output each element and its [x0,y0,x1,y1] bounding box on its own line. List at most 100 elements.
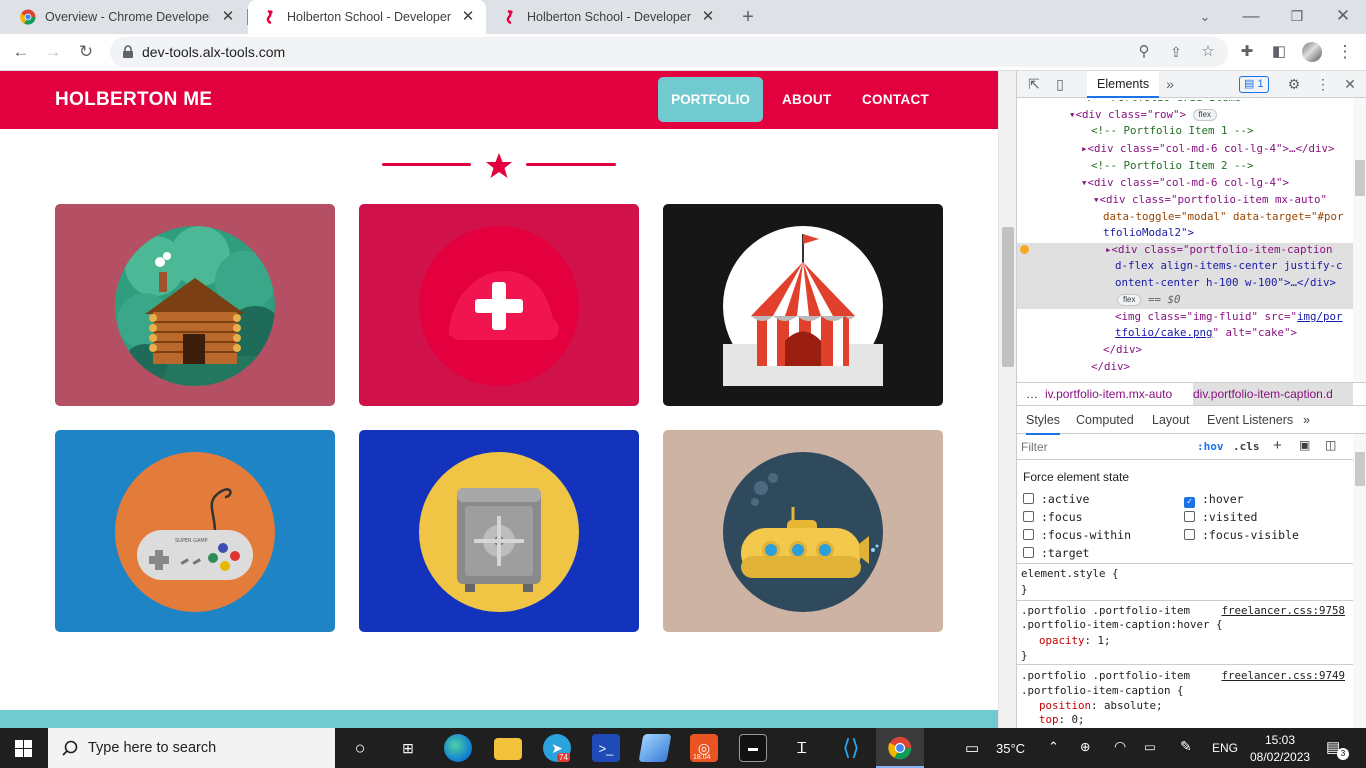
task-view-icon[interactable]: ⊞ [394,734,422,762]
menu-kebab-icon[interactable]: ⋮ [1314,76,1332,93]
nav-contact-link[interactable]: CONTACT [862,92,929,107]
typora-icon[interactable]: Ꮖ [788,734,816,762]
close-icon[interactable]: ✕ [220,9,236,25]
cortana-icon[interactable]: ○ [346,734,374,762]
tab-layout[interactable]: Layout [1152,413,1190,427]
state-focus-visible-checkbox[interactable]: :focus-visible [1184,528,1299,542]
meet-icon[interactable]: ⊕ [1080,739,1090,754]
issues-badge[interactable]: ▤ 1 [1239,76,1269,93]
hov-button[interactable]: :hov [1197,440,1224,453]
dom-line-selected[interactable]: flex == $0 [1117,292,1180,309]
page-scrollbar-thumb[interactable] [1002,227,1014,367]
state-focus-checkbox[interactable]: :focus [1023,510,1083,524]
filter-input[interactable] [1021,438,1181,456]
virtualbox-icon[interactable] [638,734,672,762]
state-focus-within-checkbox[interactable]: :focus-within [1023,528,1131,542]
close-icon[interactable]: ✕ [700,9,716,25]
chevron-up-icon[interactable]: ⌃ [1048,739,1059,755]
side-panel-icon[interactable]: ◧ [1268,42,1290,62]
tab-elements[interactable]: Elements [1087,71,1160,98]
tab-holberton-active[interactable]: Holberton School - Developer to ✕ [248,0,486,34]
taskbar-search[interactable]: Type here to search [48,728,335,768]
state-active-checkbox[interactable]: :active [1023,492,1089,506]
weather-icon[interactable]: ▭ [965,739,979,757]
dom-line[interactable]: <img class="img-fluid" src="img/por [1115,309,1343,326]
share-icon[interactable]: ⇪ [1165,42,1187,62]
state-visited-checkbox[interactable]: :visited [1184,510,1257,524]
state-hover-checkbox[interactable]: ✓:hover [1184,492,1244,508]
address-bar[interactable]: dev-tools.alx-tools.com ⚲ ⇪ ☆ [110,37,1228,67]
portfolio-item-cabin[interactable] [55,204,335,406]
back-icon[interactable]: ← [10,42,32,62]
new-tab-icon[interactable]: + [737,7,759,27]
clock-date[interactable]: 08/02/2023 [1250,750,1310,764]
pen-icon[interactable]: ✎ [1180,738,1192,755]
dom-line[interactable]: ▾<div class="col-md-6 col-lg-4"> [1081,175,1289,192]
cls-button[interactable]: .cls [1233,440,1260,453]
portfolio-item-submarine[interactable] [663,430,943,632]
new-rule-icon[interactable]: + [1273,437,1282,454]
dom-line-selected[interactable]: ▸<div class="portfolio-item-caption [1105,242,1333,259]
zoom-icon[interactable]: ⚲ [1133,42,1155,62]
dom-line-selected[interactable]: d-flex align-items-center justify-c [1115,258,1343,275]
stylesheet-link[interactable]: freelancer.css:9749 [1221,669,1345,682]
dom-line[interactable]: <!-- Portfolio Item 2 --> [1091,158,1254,175]
dom-line[interactable]: data-toggle="modal" data-target="#por [1103,209,1344,226]
minimize-icon[interactable]: — [1240,6,1262,26]
portfolio-item-cake[interactable] [359,204,639,406]
dom-line[interactable]: </div> [1091,359,1130,376]
tab-computed[interactable]: Computed [1076,413,1134,427]
close-icon[interactable]: ✕ [460,9,476,25]
dom-line[interactable]: ▾<div class="row"> flex [1069,107,1217,124]
nav-about-link[interactable]: ABOUT [782,92,832,107]
breadcrumb-more[interactable]: … [1026,387,1038,401]
tab-styles[interactable]: Styles [1026,413,1061,435]
avatar[interactable] [1302,42,1322,62]
weather-temp[interactable]: 35°C [996,741,1025,756]
reload-icon[interactable]: ↻ [75,42,97,62]
dom-line[interactable]: ▾<div class="portfolio-item mx-auto" [1093,192,1327,209]
clock-time[interactable]: 15:03 [1265,733,1295,747]
forward-icon[interactable]: → [42,42,64,62]
dom-line[interactable]: tfolio/cake.png" alt="cake"> [1115,325,1297,342]
battery-icon[interactable]: ▭ [1144,739,1156,754]
elements-scrollbar[interactable] [1353,98,1366,382]
stylesheet-link[interactable]: freelancer.css:9758 [1221,604,1345,617]
brand-logo[interactable]: HOLBERTON ME [55,89,212,111]
terminal-icon[interactable]: ▬ [739,734,767,762]
more-tabs-icon[interactable]: » [1161,76,1179,92]
more-tabs-icon[interactable]: » [1303,413,1310,427]
page-scrollbar[interactable] [998,71,1016,728]
file-explorer-icon[interactable] [494,738,522,760]
nav-portfolio-link[interactable]: PORTFOLIO [658,77,763,122]
tab-chrome-developers[interactable]: Overview - Chrome Developers ✕ [6,0,246,34]
styles-scrollbar[interactable] [1353,434,1366,728]
portfolio-item-circus[interactable] [663,204,943,406]
tab-holberton[interactable]: Holberton School - Developer to ✕ [488,0,726,34]
vscode-icon[interactable]: ⟨⟩ [837,734,865,762]
tab-event-listeners[interactable]: Event Listeners [1207,413,1293,427]
dom-line[interactable]: ▸<div class="col-md-6 col-lg-4">…</div> [1081,141,1335,158]
color-format-icon[interactable]: ▣ [1299,438,1310,452]
device-toolbar-icon[interactable]: ▯ [1051,76,1069,93]
window-close-icon[interactable]: ✕ [1332,6,1354,26]
breadcrumb-item-active[interactable]: div.portfolio-item-caption.d [1193,383,1353,405]
close-icon[interactable]: ✕ [1341,76,1359,93]
gear-icon[interactable]: ⚙ [1285,76,1303,93]
dom-line[interactable]: </div> [1103,342,1142,359]
restore-icon[interactable]: ❐ [1286,6,1308,26]
wifi-icon[interactable]: ◠ [1114,738,1126,755]
edge-icon[interactable] [444,734,472,762]
bookmark-star-icon[interactable]: ☆ [1197,42,1219,62]
portfolio-item-controller[interactable]: SUPER GAMP [55,430,335,632]
powershell-icon[interactable]: >_ [592,734,620,762]
dom-line-selected[interactable]: ontent-center h-100 w-100">…</div> [1115,275,1336,292]
extensions-icon[interactable]: ✚ [1236,42,1258,62]
state-target-checkbox[interactable]: :target [1023,546,1089,560]
toggle-sidebar-icon[interactable]: ◫ [1325,438,1336,452]
menu-kebab-icon[interactable]: ⋮ [1334,42,1356,62]
tab-search-icon[interactable]: ⌄ [1194,7,1216,27]
inspect-element-icon[interactable]: ⇱ [1025,76,1043,93]
breadcrumb-item[interactable]: iv.portfolio-item.mx-auto [1045,387,1172,401]
dom-line[interactable]: <!-- Portfolio Item 1 --> [1091,123,1254,140]
